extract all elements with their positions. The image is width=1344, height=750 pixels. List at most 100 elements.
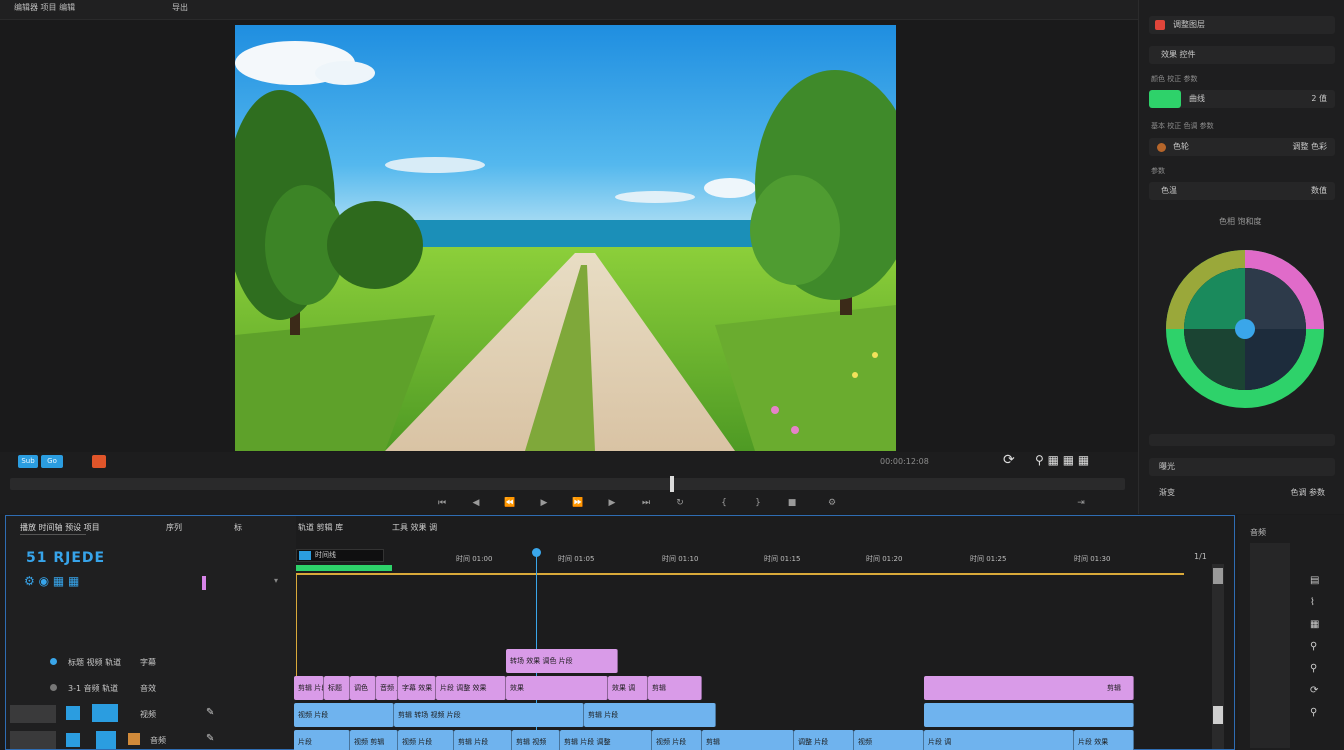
track-tool-icon[interactable]: ✎ <box>206 733 214 744</box>
gradient-row[interactable]: 渐变 色调 参数 <box>1149 484 1335 502</box>
tab-sequence[interactable]: 序列 <box>166 522 182 533</box>
step-forward-icon[interactable]: ▶ <box>606 497 618 509</box>
sequence-tag[interactable]: 时间线 <box>296 549 384 562</box>
scrubber[interactable] <box>10 478 1125 490</box>
sub-chip[interactable]: Sub <box>18 455 38 468</box>
clip[interactable]: 剪辑 片段 调整 <box>560 730 652 750</box>
prev-frame-icon[interactable]: ⏮ <box>436 497 448 509</box>
clip[interactable]: 剪辑 视频 <box>512 730 560 750</box>
purple-marker <box>202 576 206 590</box>
clip[interactable]: 片段 <box>294 730 350 750</box>
scrubber-handle[interactable] <box>670 476 674 492</box>
clip[interactable]: 剪辑 转场 视频 片段 <box>394 703 584 727</box>
track-thumb <box>10 731 56 749</box>
clip[interactable]: 标题 <box>324 676 350 700</box>
tab-marker[interactable]: 标 <box>234 522 242 533</box>
clip[interactable]: 剪辑 <box>648 676 702 700</box>
track-header-3[interactable]: 视频 ✎ <box>6 703 296 727</box>
loop-icon[interactable]: ↻ <box>674 497 686 509</box>
audio-meter <box>1250 543 1290 748</box>
track-header-1[interactable]: 标题 视频 轨道 字幕 <box>6 650 296 674</box>
top-tab-project[interactable]: 编辑器 项目 编辑 <box>14 2 75 13</box>
wheels-label: 色轮 <box>1173 142 1189 151</box>
curves-row[interactable]: 曲线 2 值 <box>1149 90 1335 108</box>
in-out-range[interactable] <box>296 573 1184 575</box>
clip[interactable]: 视频 片段 <box>652 730 702 750</box>
track-header-2[interactable]: 3-1 音频 轨道 音效 <box>6 676 296 700</box>
tab-tracks[interactable]: 轨道 剪辑 库 <box>298 522 343 533</box>
clip[interactable]: 片段 效果 <box>1074 730 1134 750</box>
export-frame-icon[interactable]: ⇥ <box>1075 497 1087 509</box>
track-lock-icon[interactable] <box>66 733 80 747</box>
exposure-row[interactable]: 曝光 <box>1149 458 1335 476</box>
gradient-label: 渐变 <box>1159 488 1175 497</box>
wheel-dot-icon <box>1157 143 1166 152</box>
clip[interactable]: 转场 效果 调色 片段 <box>506 649 618 673</box>
track-eye-icon[interactable] <box>96 731 116 749</box>
clip[interactable]: 字幕 效果 <box>398 676 436 700</box>
mark-in-icon[interactable]: { <box>718 497 730 509</box>
clip[interactable]: 剪辑 <box>924 676 1134 700</box>
track-tool-icons[interactable]: ⚙ ◉ ▦ ▦ <box>24 574 79 588</box>
ruler-tick: 时间 01:10 <box>662 555 699 563</box>
clip[interactable]: 调整 片段 <box>794 730 854 750</box>
wheel-slider[interactable] <box>1149 434 1335 446</box>
color-swatch-icon <box>1155 20 1165 30</box>
adjustment-layer-row[interactable]: 调整图层 <box>1149 16 1335 34</box>
record-icon[interactable] <box>92 455 106 468</box>
track-sub: 视频 <box>140 710 156 719</box>
clip[interactable]: 片段 调 <box>924 730 1074 750</box>
timeline-panel: 播放 时间轴 预设 项目 51 RJEDE ⚙ ◉ ▦ ▦ ▾ 序列 标 轨道 … <box>5 515 1235 750</box>
clip[interactable]: 调色 <box>350 676 376 700</box>
play-icon[interactable]: ▶ <box>538 497 550 509</box>
go-chip[interactable]: Go <box>41 455 63 468</box>
clip[interactable] <box>924 703 1134 727</box>
track-audio-icon[interactable] <box>128 733 140 745</box>
settings-icon[interactable]: ⚙ <box>826 497 838 509</box>
dock-tool-icons[interactable]: ▤ ⌇ ▦ ⚲ ⚲ ⟳ ⚲ <box>1310 570 1319 724</box>
clip[interactable]: 剪辑 片段 <box>454 730 512 750</box>
clip[interactable]: 剪辑 片段 <box>294 676 324 700</box>
curves-toggle[interactable] <box>1149 90 1181 108</box>
zoom-icon[interactable]: ⟳ <box>1003 452 1015 468</box>
clip[interactable]: 片段 调整 效果 <box>436 676 506 700</box>
snapshot-icon[interactable]: ■ <box>786 497 798 509</box>
ruler-tick: 时间 01:20 <box>866 555 903 563</box>
color-wheel[interactable] <box>1163 246 1327 412</box>
temperature-label: 色温 <box>1161 186 1177 195</box>
timeline-scrollbar[interactable] <box>1212 564 1224 749</box>
clip[interactable]: 视频 片段 <box>398 730 454 750</box>
clip[interactable]: 视频 <box>854 730 924 750</box>
clip[interactable]: 视频 剪辑 <box>350 730 398 750</box>
clip[interactable]: 视频 片段 <box>294 703 394 727</box>
temperature-row[interactable]: 色温 数值 <box>1149 182 1335 200</box>
track-eye-icon[interactable] <box>92 704 118 722</box>
collapse-icon[interactable]: ▾ <box>274 576 278 585</box>
clip[interactable]: 剪辑 片段 <box>584 703 716 727</box>
forward-icon[interactable]: ⏩ <box>572 497 584 509</box>
rewind-icon[interactable]: ⏪ <box>504 497 516 509</box>
next-frame-icon[interactable]: ⏭ <box>640 497 652 509</box>
wheels-row[interactable]: 色轮 调整 色彩 <box>1149 138 1335 156</box>
top-tab-export[interactable]: 导出 <box>172 2 188 13</box>
track-tool-icon[interactable]: ✎ <box>206 707 214 718</box>
track-header-4[interactable]: 音频 ✎ <box>6 729 296 750</box>
color-section-label: 颜色 校正 参数 <box>1151 75 1198 83</box>
timecode: 00:00:12:08 <box>880 457 929 466</box>
ruler-tick: 时间 01:00 <box>456 555 493 563</box>
exposure-label: 曝光 <box>1159 462 1175 471</box>
tab-tools[interactable]: 工具 效果 调 <box>392 522 437 533</box>
mark-out-icon[interactable]: } <box>752 497 764 509</box>
work-area-bar[interactable] <box>296 565 392 571</box>
effect-controls-row[interactable]: 效果 控件 <box>1149 46 1335 64</box>
clip[interactable]: 剪辑 <box>702 730 794 750</box>
params-label: 参数 <box>1151 167 1165 175</box>
track-lock-icon[interactable] <box>66 706 80 720</box>
clip[interactable]: 效果 调 <box>608 676 648 700</box>
scrollbar-thumb[interactable] <box>1213 706 1223 724</box>
clip[interactable]: 音频 片段 <box>376 676 398 700</box>
clip[interactable]: 效果 <box>506 676 608 700</box>
tools-icons[interactable]: ⚲ ▦ ▦ ▦ <box>1035 453 1089 467</box>
step-back-icon[interactable]: ◀ <box>470 497 482 509</box>
adjustment-layer-label: 调整图层 <box>1173 20 1205 29</box>
